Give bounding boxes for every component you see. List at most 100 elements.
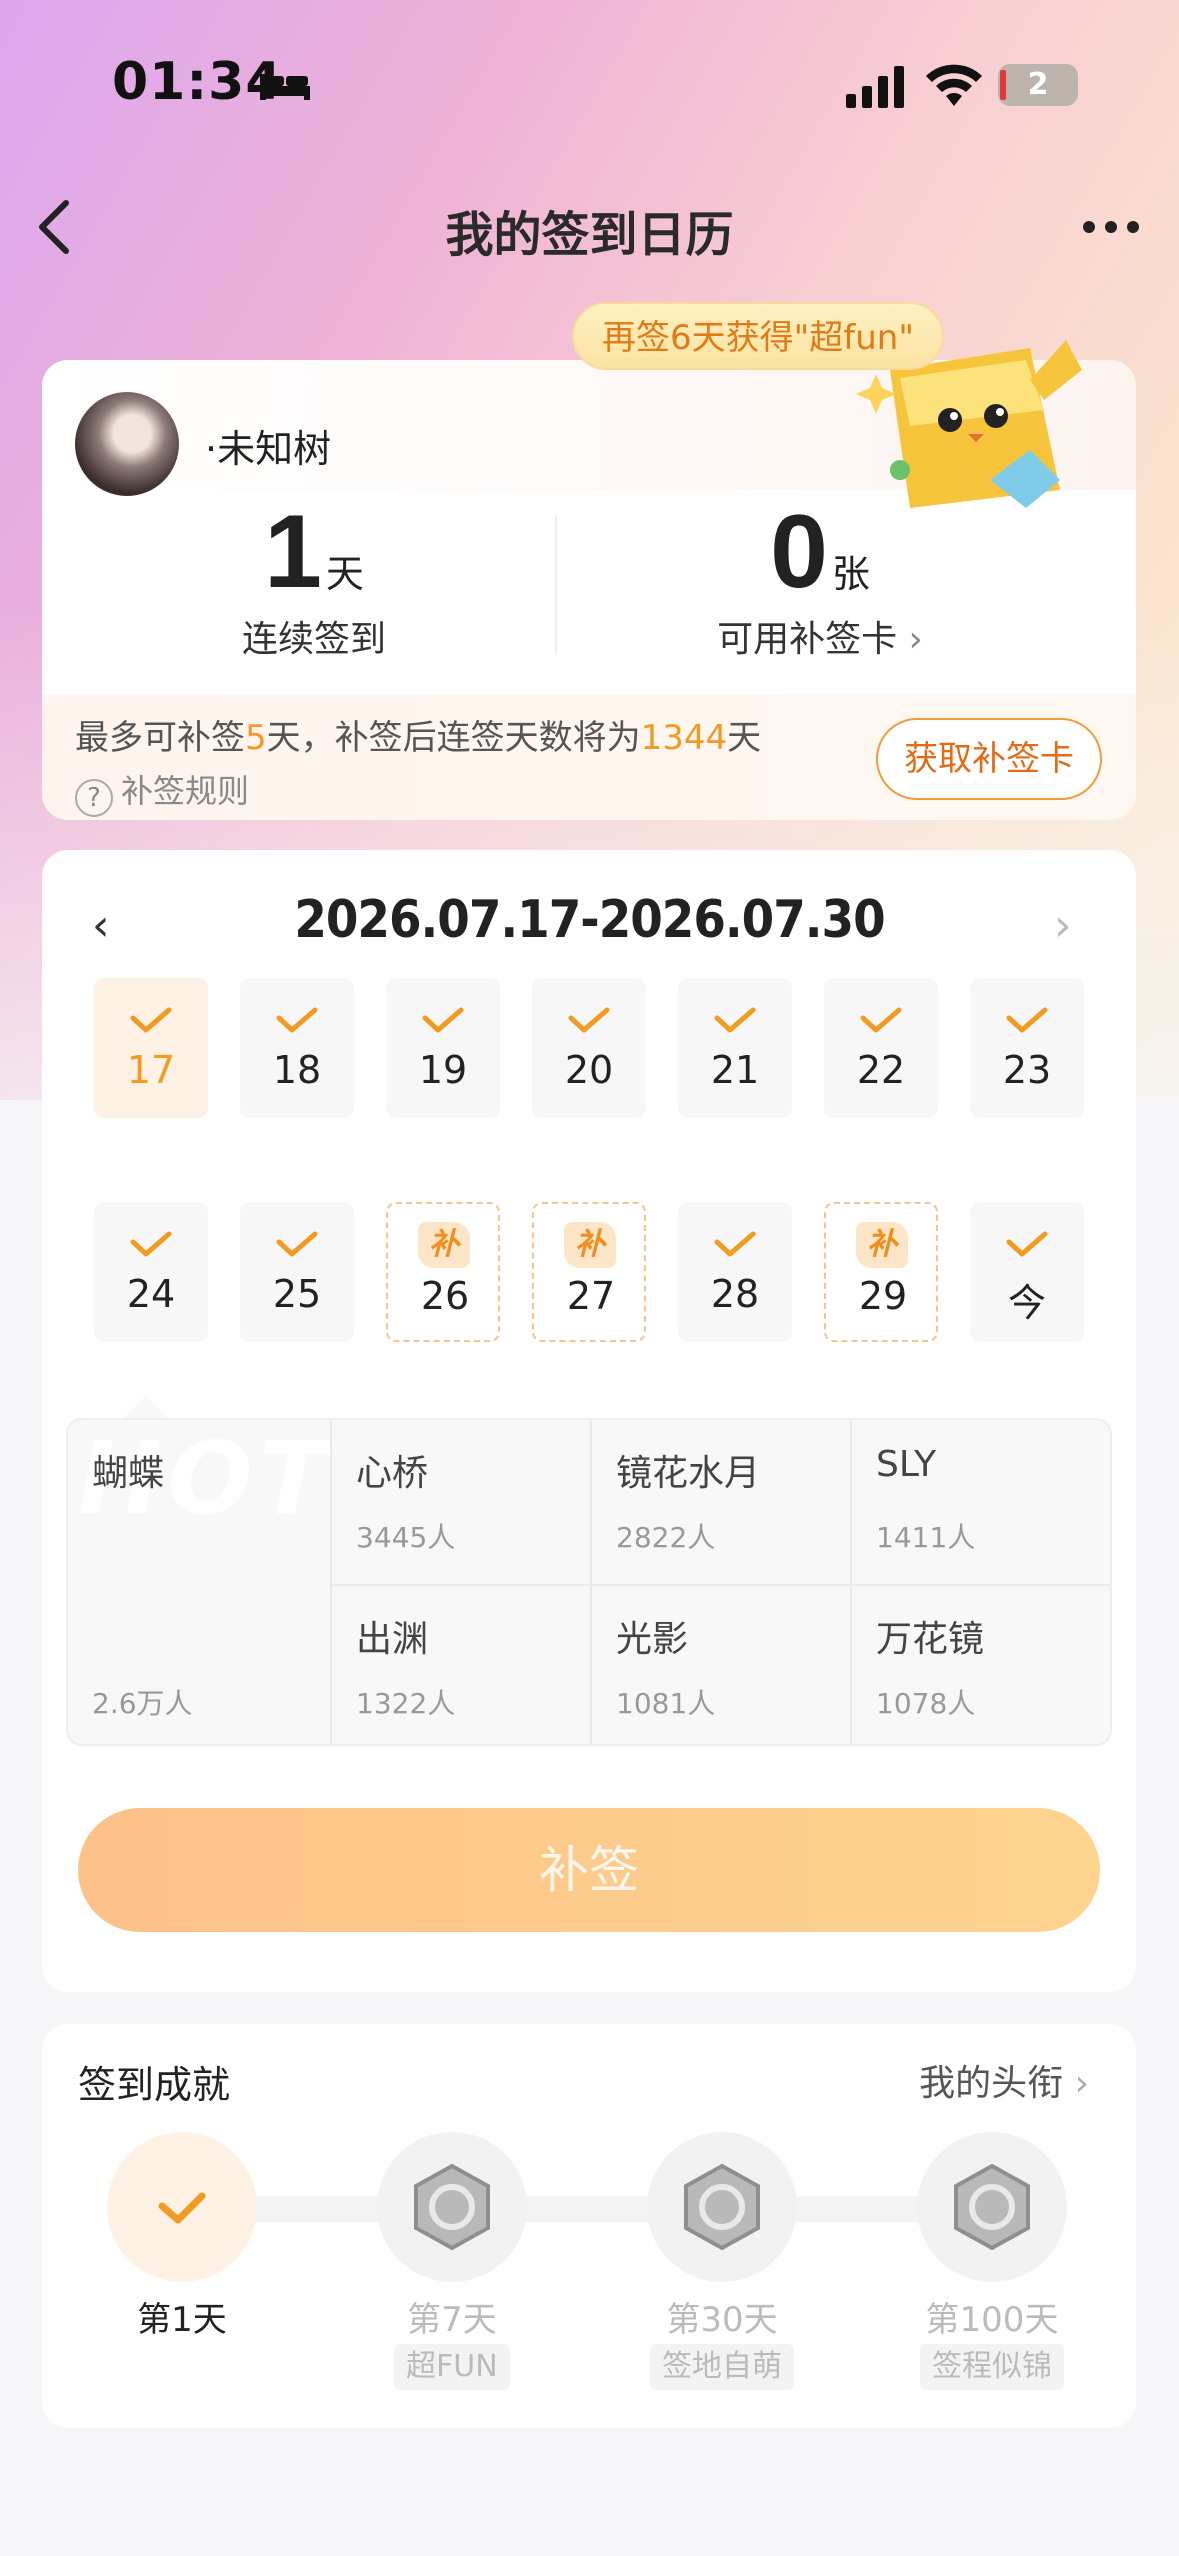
note-prefix: 最多可补签 <box>75 718 245 758</box>
achievement-day-label: 第1天 <box>137 2300 227 2340</box>
achievement-day-label: 第30天 <box>666 2300 778 2340</box>
calendar-day-number: 17 <box>126 1048 176 1092</box>
hot-title-name: SLY <box>876 1444 937 1485</box>
check-icon <box>860 1007 902 1033</box>
calendar-day[interactable]: 补 29 <box>824 1202 938 1342</box>
user-name: ·未知树 <box>205 427 332 471</box>
calendar-day[interactable]: 21 <box>678 978 792 1118</box>
cards-label: 可用补签卡 <box>717 619 898 660</box>
calendar-day[interactable]: 20 <box>532 978 646 1118</box>
30-days-badge-icon <box>684 2163 760 2251</box>
note-total: 1344 <box>640 718 728 758</box>
cards-value: 0 <box>770 494 828 610</box>
check-icon <box>130 1007 172 1033</box>
calendar-day[interactable]: 补 27 <box>532 1202 646 1342</box>
hot-title-item[interactable]: SLY 1411人 <box>850 1420 1110 1584</box>
note-suffix: 天 <box>727 718 762 758</box>
hot-title-name: 出渊 <box>356 1619 429 1660</box>
calendar-day[interactable]: 28 <box>678 1202 792 1342</box>
hot-title-count: 1078人 <box>876 1687 976 1720</box>
calendar-day[interactable]: 补 26 <box>386 1202 500 1342</box>
hot-title-name: 万花镜 <box>876 1619 985 1660</box>
achievement-title-tag: 签程似锦 <box>920 2344 1064 2390</box>
calendar-day[interactable]: 今 <box>970 1202 1084 1342</box>
note-days: 5 <box>245 718 267 758</box>
check-icon <box>130 1231 172 1257</box>
reward-tip-bubble: 再签6天获得"超fun" <box>572 302 944 370</box>
get-makeup-card-button[interactable]: 获取补签卡 <box>876 718 1102 800</box>
hot-title-count: 1081人 <box>616 1687 716 1720</box>
check-icon <box>1006 1007 1048 1033</box>
hot-title-item[interactable]: 出渊 1322人 <box>330 1584 592 1744</box>
hot-title-item[interactable]: 镜花水月 2822人 <box>590 1420 852 1584</box>
hot-title-count: 1322人 <box>356 1687 456 1720</box>
streak-stat: 1天 连续签到 <box>114 500 514 662</box>
battery-indicator: 2 <box>998 64 1078 106</box>
calendar-day[interactable]: 22 <box>824 978 938 1118</box>
check-icon <box>714 1007 756 1033</box>
streak-value: 1 <box>264 494 322 610</box>
achievement-badge[interactable] <box>917 2132 1067 2282</box>
achievement-title-tag: 超FUN <box>394 2344 510 2390</box>
calendar-day-number: 21 <box>710 1048 760 1092</box>
chevron-right-icon: › <box>1063 2063 1089 2104</box>
makeup-tag: 补 <box>564 1222 616 1268</box>
hot-title-name: 心桥 <box>356 1453 429 1494</box>
cards-unit: 张 <box>831 552 870 596</box>
check-icon <box>714 1231 756 1257</box>
makeup-sign-button[interactable]: 补签 <box>78 1808 1100 1932</box>
achievement-badge[interactable] <box>647 2132 797 2282</box>
calendar-day[interactable]: 17 <box>94 978 208 1118</box>
makeup-cards-stat[interactable]: 0张 可用补签卡 › <box>620 500 1020 662</box>
calendar-day-number: 26 <box>420 1274 470 1318</box>
featured-title-count: 2.6万人 <box>92 1687 193 1720</box>
achievement-badge[interactable] <box>377 2132 527 2282</box>
achievement-badge[interactable] <box>107 2132 257 2282</box>
makeup-rules-link[interactable]: ? 补签规则 <box>75 766 249 817</box>
check-icon <box>276 1007 318 1033</box>
achievement-track <box>180 2196 1010 2222</box>
streak-unit: 天 <box>325 552 364 596</box>
cellular-signal-icon <box>846 66 904 108</box>
note-mid: 天，补签后连签天数将为 <box>266 718 641 758</box>
hot-title-item[interactable]: 万花镜 1078人 <box>850 1584 1110 1744</box>
hot-title-count: 1411人 <box>876 1521 976 1554</box>
hot-title-item[interactable]: 光影 1081人 <box>590 1584 852 1744</box>
page-title: 我的签到日历 <box>445 207 734 263</box>
hot-title-item[interactable]: 心桥 3445人 <box>330 1420 592 1584</box>
my-titles-label: 我的头衔 <box>919 2063 1064 2104</box>
calendar-day-number: 28 <box>710 1272 760 1316</box>
achievement-day-label: 第7天 <box>407 2300 497 2340</box>
calendar-day-number: 20 <box>564 1048 614 1092</box>
calendar-day-number: 18 <box>272 1048 322 1092</box>
100-days-badge-icon <box>954 2163 1030 2251</box>
calendar-day[interactable]: 19 <box>386 978 500 1118</box>
makeup-tag: 补 <box>856 1222 908 1268</box>
calendar-day-number: 29 <box>858 1274 908 1318</box>
sleep-icon <box>260 74 310 100</box>
help-icon: ? <box>75 779 113 817</box>
achievements-title: 签到成就 <box>78 2063 231 2107</box>
achievement-title-tag: 签地自萌 <box>650 2344 794 2390</box>
chevron-right-icon: › <box>897 619 923 660</box>
calendar-day[interactable]: 25 <box>240 1202 354 1342</box>
avatar[interactable] <box>75 392 179 496</box>
hot-title-count: 3445人 <box>356 1521 456 1554</box>
calendar-day-number: 25 <box>272 1272 322 1316</box>
calendar-day-number: 23 <box>1002 1048 1052 1092</box>
next-range-icon[interactable]: › <box>1054 900 1072 951</box>
makeup-note: 最多可补签5天，补签后连签天数将为1344天 <box>75 710 761 759</box>
my-titles-link[interactable]: 我的头衔 › <box>919 2054 1089 2106</box>
calendar-day-number: 19 <box>418 1048 468 1092</box>
more-options-icon[interactable] <box>1083 221 1139 233</box>
calendar-day[interactable]: 23 <box>970 978 1084 1118</box>
calendar-day-number: 22 <box>856 1048 906 1092</box>
nav-bar: 我的签到日历 <box>0 185 1179 265</box>
wifi-icon <box>926 64 982 106</box>
calendar-day[interactable]: 24 <box>94 1202 208 1342</box>
streak-label: 连续签到 <box>241 619 386 660</box>
hot-title-name: 镜花水月 <box>616 1453 761 1494</box>
check-icon <box>276 1231 318 1257</box>
hot-title-name: 光影 <box>616 1619 689 1660</box>
calendar-day[interactable]: 18 <box>240 978 354 1118</box>
